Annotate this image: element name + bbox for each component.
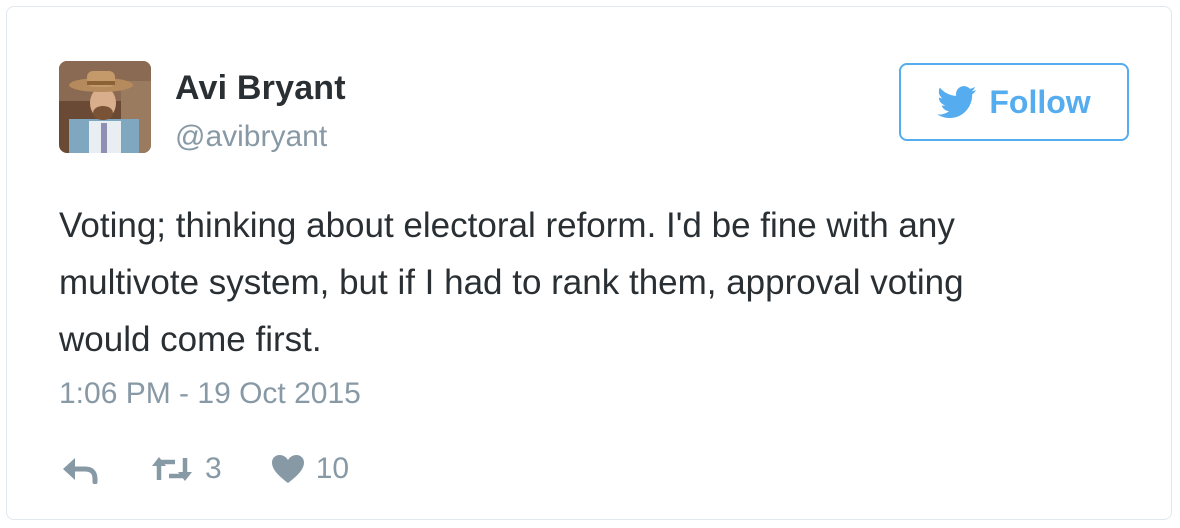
user-avatar-photo (59, 61, 151, 153)
retweet-count: 3 (205, 452, 222, 485)
retweet-button[interactable]: 3 (149, 452, 222, 486)
tweet-timestamp[interactable]: 1:06 PM - 19 Oct 2015 (59, 377, 361, 411)
tweet-line: would come first. (59, 320, 322, 359)
like-button[interactable]: 10 (270, 452, 349, 486)
tweet-line: multivote system, but if I had to rank t… (59, 263, 964, 302)
reply-button[interactable] (59, 454, 99, 484)
tweet-line: Voting; thinking about electoral reform.… (59, 206, 955, 245)
tweet-card: Avi Bryant @avibryant Follow Voting; thi… (6, 6, 1172, 520)
tweet-actions: 3 10 (59, 447, 349, 491)
follow-button[interactable]: Follow (899, 63, 1129, 141)
follow-label: Follow (989, 83, 1091, 120)
author-name[interactable]: Avi Bryant (175, 69, 346, 108)
tweet-text: Voting; thinking about electoral reform.… (59, 197, 1139, 368)
twitter-bird-icon (937, 85, 977, 119)
retweet-icon (149, 454, 195, 484)
like-count: 10 (315, 452, 350, 485)
author-handle[interactable]: @avibryant (175, 120, 327, 154)
reply-icon (59, 454, 99, 484)
avatar[interactable] (59, 61, 151, 153)
heart-icon (270, 453, 306, 485)
